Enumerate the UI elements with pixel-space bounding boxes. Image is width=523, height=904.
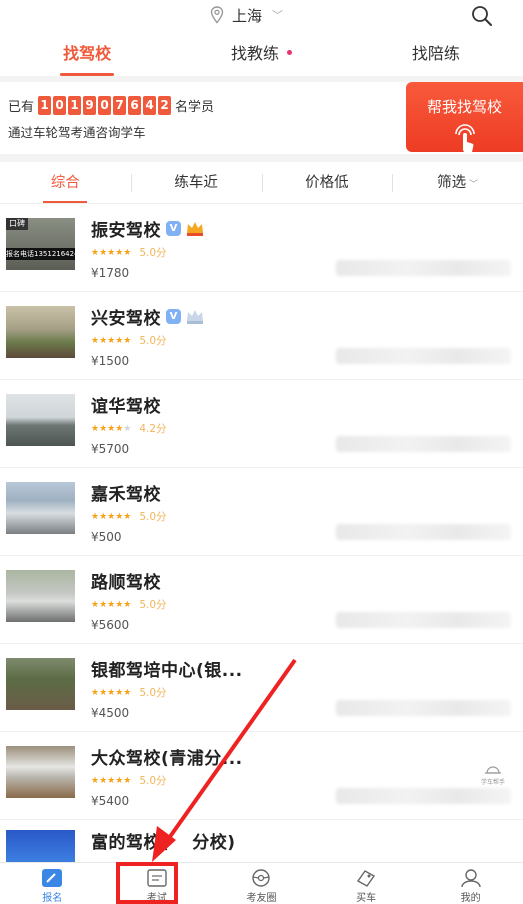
annotation-arrow-icon xyxy=(152,658,297,862)
annotation-highlight-box xyxy=(116,862,178,904)
